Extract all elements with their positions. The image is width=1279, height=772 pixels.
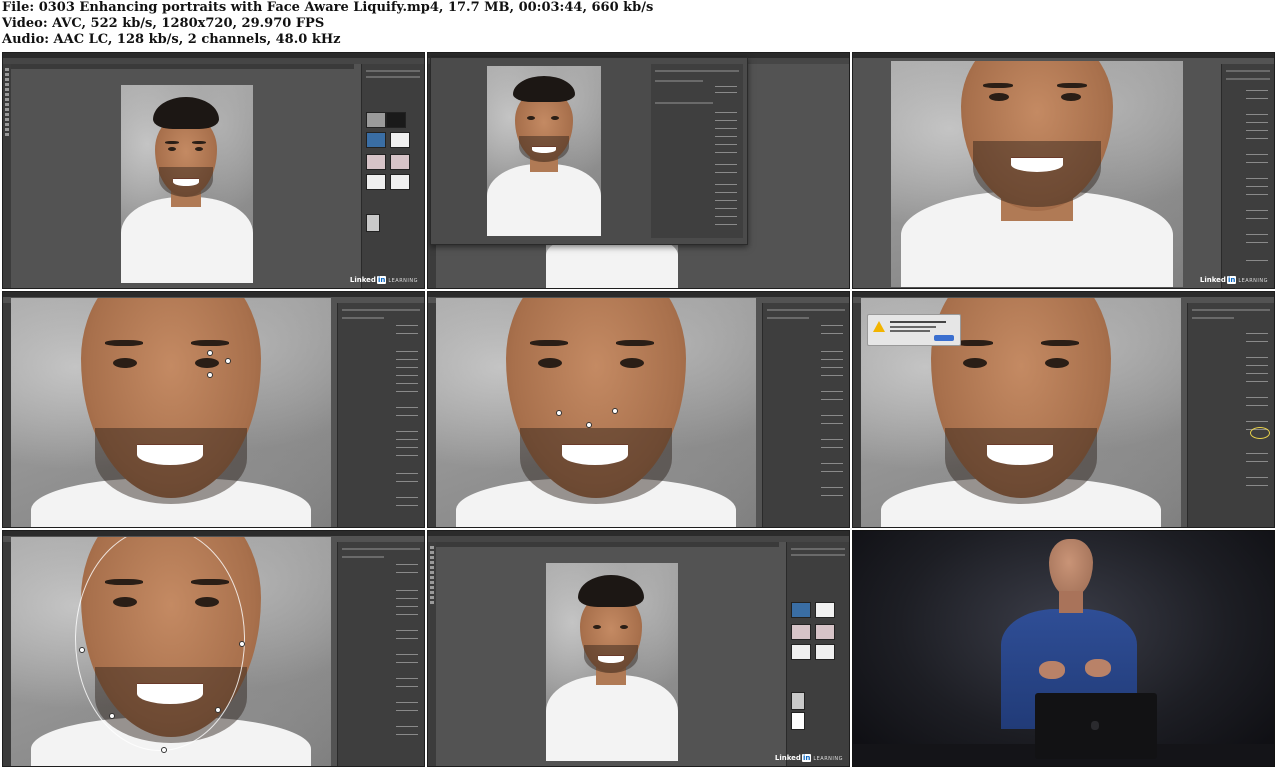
- liquify-properties: [651, 64, 743, 238]
- apple-logo-icon: [1091, 721, 1099, 730]
- thumbnail-7[interactable]: [2, 530, 425, 767]
- thumbnail-grid: Linked in LEARNING Linked in LEARNING Li…: [0, 52, 1279, 772]
- thumbnail-9[interactable]: [852, 530, 1275, 767]
- thumbnail-8[interactable]: Linked in LEARNING: [427, 530, 850, 767]
- thumbnail-1[interactable]: Linked in LEARNING: [2, 52, 425, 289]
- thumbnail-5[interactable]: [427, 291, 850, 528]
- alert-ok-button[interactable]: [934, 335, 954, 341]
- thumbnail-4[interactable]: [2, 291, 425, 528]
- face-outline: [75, 537, 245, 751]
- portrait-photo: [121, 85, 253, 283]
- alert-dialog: [867, 314, 961, 346]
- media-info-header: File: 0303 Enhancing portraits with Face…: [0, 0, 1279, 50]
- thumbnail-3[interactable]: Linked in LEARNING: [852, 52, 1275, 289]
- layers-panel: [361, 64, 424, 288]
- highlight-ring: [1250, 427, 1270, 439]
- linkedin-learning-logo: Linked in LEARNING: [349, 276, 418, 284]
- video-info-line: Video: AVC, 522 kb/s, 1280x720, 29.970 F…: [2, 16, 325, 31]
- warning-icon: [873, 321, 885, 332]
- tools-panel: [3, 64, 11, 288]
- liquify-preview-photo: [487, 66, 601, 236]
- liquify-dialog: [430, 57, 748, 245]
- file-info-line: File: 0303 Enhancing portraits with Face…: [2, 0, 654, 15]
- thumbnail-2[interactable]: [427, 52, 850, 289]
- audio-info-line: Audio: AAC LC, 128 kb/s, 2 channels, 48.…: [2, 32, 341, 47]
- laptop: [1035, 693, 1157, 759]
- thumbnail-6[interactable]: [852, 291, 1275, 528]
- document-tabs: [11, 64, 354, 69]
